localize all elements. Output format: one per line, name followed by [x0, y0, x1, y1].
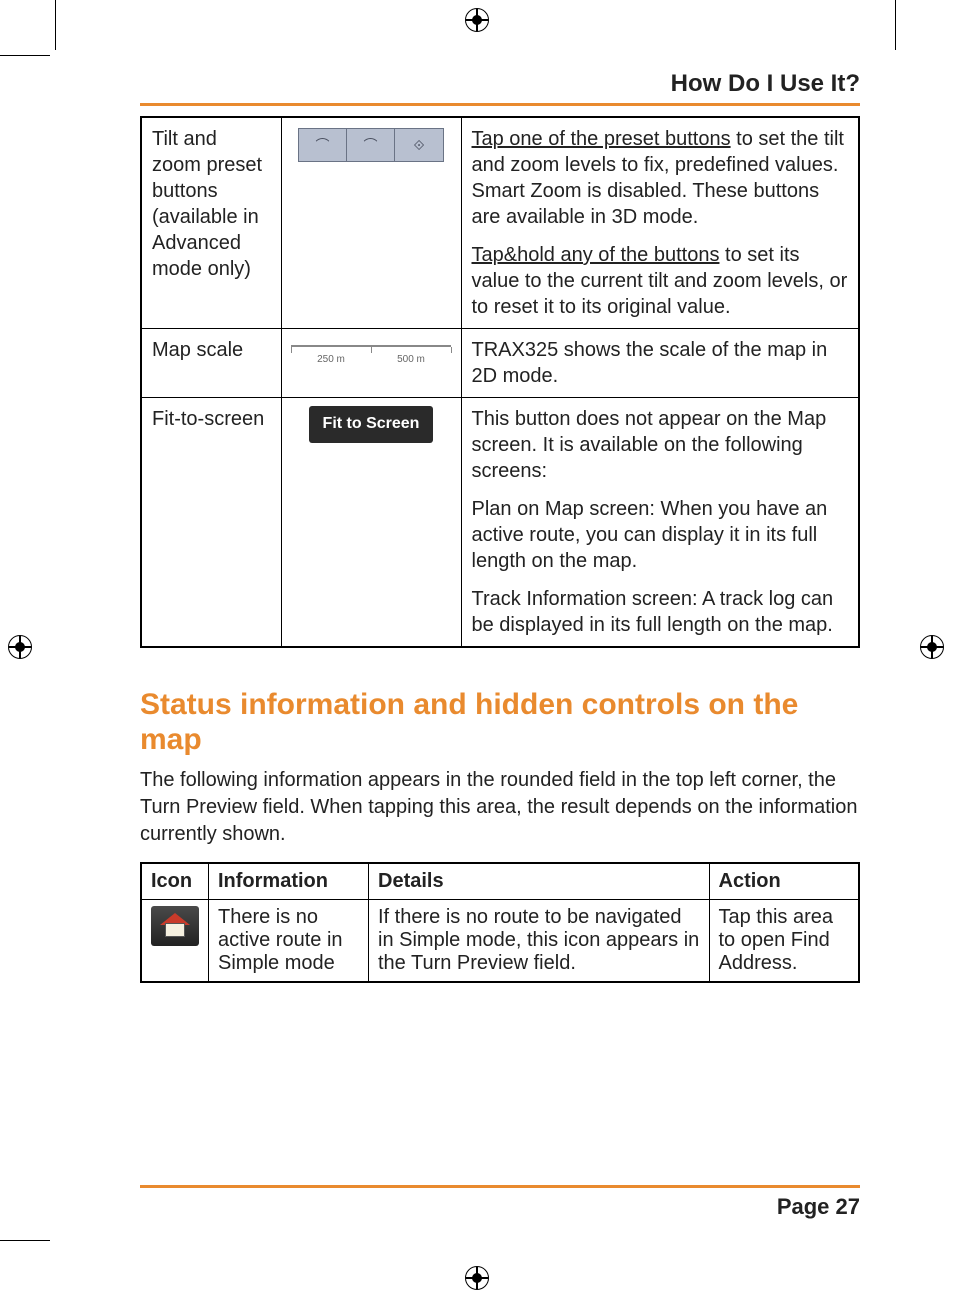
text: This button does not appear on the Map s… — [472, 406, 849, 484]
col-header-action: Action — [709, 863, 859, 900]
table-row: Map scale 250 m 500 m TRAX325 shows the … — [141, 329, 859, 398]
text: Plan on Map screen: When you have an act… — [472, 496, 849, 574]
info-cell: There is no active route in Simple mode — [209, 900, 369, 983]
registration-mark-icon — [465, 8, 489, 32]
col-header-details: Details — [369, 863, 710, 900]
section-intro: The following information appears in the… — [140, 767, 860, 848]
text-underlined: Tap&hold any of the buttons — [472, 244, 720, 266]
text-underlined: Tap one of the preset buttons — [472, 128, 731, 150]
table-row: There is no active route in Simple mode … — [141, 900, 859, 983]
feature-description: Tap one of the preset buttons to set the… — [461, 117, 859, 329]
feature-table: Tilt and zoom preset buttons (available … — [140, 116, 860, 648]
details-cell: If there is no route to be navigated in … — [369, 900, 710, 983]
action-cell: Tap this area to open Find Address. — [709, 900, 859, 983]
text: Track Information screen: A track log ca… — [472, 586, 849, 638]
col-header-information: Information — [209, 863, 369, 900]
feature-description: TRAX325 shows the scale of the map in 2D… — [461, 329, 859, 398]
feature-image-cell: ⌒ ⌒ ⟐ — [281, 117, 461, 329]
registration-mark-icon — [465, 1266, 489, 1290]
col-header-icon: Icon — [141, 863, 209, 900]
section-heading: Status information and hidden controls o… — [140, 688, 860, 757]
feature-description: This button does not appear on the Map s… — [461, 398, 859, 648]
registration-mark-icon — [920, 635, 944, 659]
home-icon — [151, 906, 199, 946]
table-header-row: Icon Information Details Action — [141, 863, 859, 900]
page-header: How Do I Use It? — [140, 70, 860, 106]
page-footer: Page 27 — [140, 1185, 860, 1220]
page-content: How Do I Use It? Tilt and zoom preset bu… — [140, 70, 860, 1220]
fit-to-screen-button-icon: Fit to Screen — [309, 406, 434, 443]
feature-label: Tilt and zoom preset buttons (available … — [141, 117, 281, 329]
info-table: Icon Information Details Action There is… — [140, 862, 860, 983]
map-scale-icon: 250 m 500 m — [291, 345, 451, 366]
scale-label: 500 m — [397, 353, 425, 366]
scale-label: 250 m — [317, 353, 345, 366]
table-row: Tilt and zoom preset buttons (available … — [141, 117, 859, 329]
feature-label: Map scale — [141, 329, 281, 398]
tilt-zoom-preset-icon: ⌒ ⌒ ⟐ — [298, 128, 444, 162]
table-row: Fit-to-screen Fit to Screen This button … — [141, 398, 859, 648]
registration-mark-icon — [8, 635, 32, 659]
feature-image-cell: 250 m 500 m — [281, 329, 461, 398]
icon-cell — [141, 900, 209, 983]
feature-label: Fit-to-screen — [141, 398, 281, 648]
feature-image-cell: Fit to Screen — [281, 398, 461, 648]
